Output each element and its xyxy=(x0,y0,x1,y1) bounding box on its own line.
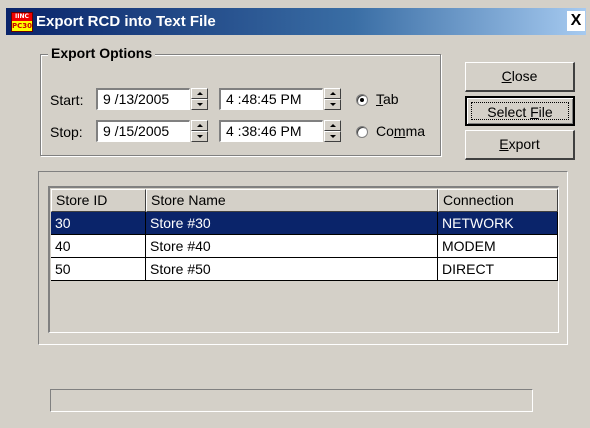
stop-time-field[interactable]: 4 :38:46 PM xyxy=(219,120,323,142)
start-label: Start: xyxy=(50,92,84,108)
table-row[interactable]: 30 Store #30 NETWORK xyxy=(51,212,558,235)
app-icon-bottom: PC30 xyxy=(12,21,33,31)
start-date-spinner[interactable] xyxy=(191,88,208,110)
export-button[interactable]: Export xyxy=(465,130,575,160)
column-header-connection[interactable]: Connection xyxy=(438,189,558,212)
store-id-cell: 50 xyxy=(51,258,146,281)
progress-bar xyxy=(50,389,533,412)
store-id-cell: 40 xyxy=(51,235,146,258)
stop-date-spinner[interactable] xyxy=(191,120,208,142)
store-name-cell: Store #30 xyxy=(146,212,438,235)
window-title: Export RCD into Text File xyxy=(36,13,216,30)
table-row[interactable]: 40 Store #40 MODEM xyxy=(51,235,558,258)
store-name-cell: Store #40 xyxy=(146,235,438,258)
start-time-spinner[interactable] xyxy=(324,88,341,110)
app-icon-top: IINC xyxy=(12,13,32,21)
start-date-field[interactable]: 9 /13/2005 xyxy=(96,88,190,110)
tab-radio-label[interactable]: Tab xyxy=(376,91,399,107)
comma-radio[interactable] xyxy=(356,126,368,138)
export-options-legend: Export Options xyxy=(48,45,156,61)
store-list[interactable]: Store ID Store Name Connection 30 Store … xyxy=(48,186,559,333)
spin-up-icon[interactable] xyxy=(191,120,208,131)
select-file-button[interactable]: Select File xyxy=(465,96,575,126)
stop-date-field[interactable]: 9 /15/2005 xyxy=(96,120,190,142)
start-time-field[interactable]: 4 :48:45 PM xyxy=(219,88,323,110)
table-row[interactable]: 50 Store #50 DIRECT xyxy=(51,258,558,281)
stop-label: Stop: xyxy=(50,124,83,140)
spin-up-icon[interactable] xyxy=(324,88,341,99)
column-header-store-id[interactable]: Store ID xyxy=(51,189,146,212)
stop-time-spinner[interactable] xyxy=(324,120,341,142)
spin-up-icon[interactable] xyxy=(191,88,208,99)
tab-radio[interactable] xyxy=(356,94,368,106)
spin-down-icon[interactable] xyxy=(191,99,208,110)
connection-cell: MODEM xyxy=(438,235,558,258)
title-bar[interactable]: IINC PC30 Export RCD into Text File X xyxy=(6,8,586,35)
spin-up-icon[interactable] xyxy=(324,120,341,131)
connection-cell: NETWORK xyxy=(438,212,558,235)
list-header: Store ID Store Name Connection xyxy=(51,189,558,212)
spin-down-icon[interactable] xyxy=(324,131,341,142)
comma-radio-label[interactable]: Comma xyxy=(376,123,425,139)
close-window-icon[interactable]: X xyxy=(567,11,585,31)
store-id-cell: 30 xyxy=(51,212,146,235)
export-dialog: IINC PC30 Export RCD into Text File X Ex… xyxy=(0,0,590,428)
store-name-cell: Store #50 xyxy=(146,258,438,281)
close-button[interactable]: Close xyxy=(465,62,575,92)
spin-down-icon[interactable] xyxy=(191,131,208,142)
column-header-store-name[interactable]: Store Name xyxy=(146,189,438,212)
spin-down-icon[interactable] xyxy=(324,99,341,110)
connection-cell: DIRECT xyxy=(438,258,558,281)
app-icon: IINC PC30 xyxy=(11,12,33,32)
